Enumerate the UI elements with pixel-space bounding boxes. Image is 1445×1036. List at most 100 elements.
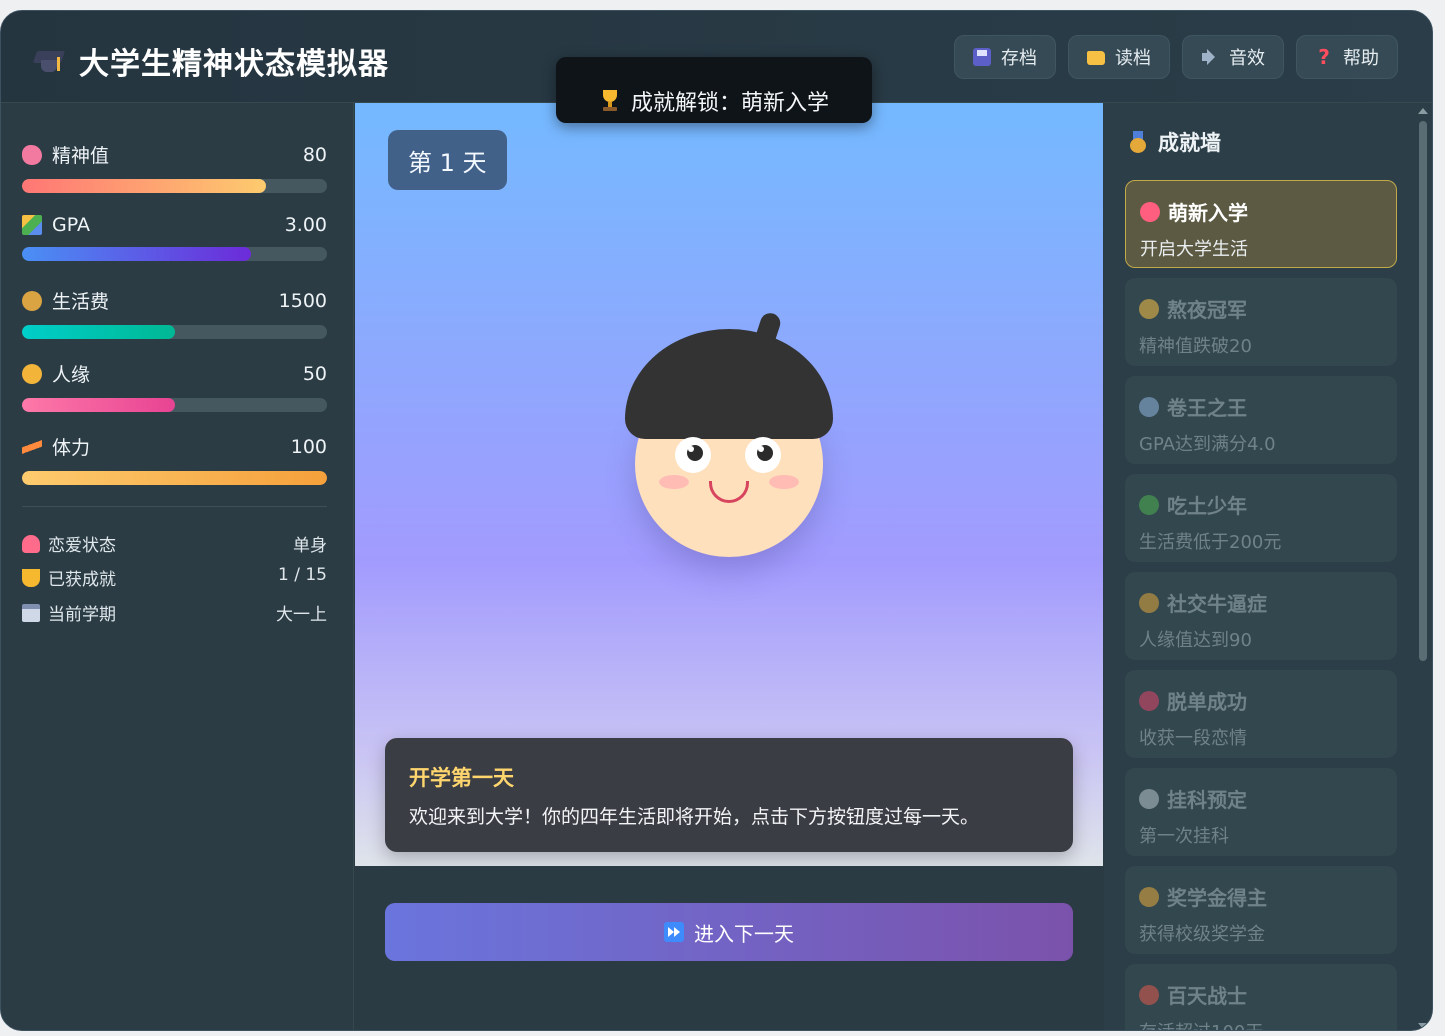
money-bag-icon [22,290,42,311]
achievement-name: 熬夜冠军 [1139,294,1383,323]
stat-bar [22,398,327,412]
achievement-wall[interactable]: 成就墙 萌新入学开启大学生活熬夜冠军精神值跌破20 卷王之王 GPA达到满分4.0 吃… [1104,103,1432,1030]
achievement-card: 奖学金得主 获得校级奖学金 [1125,866,1397,954]
achievement-name-text: 吃土少年 [1167,494,1247,518]
stat-label: 体力 [52,437,91,459]
stat-label: 生活费 [52,291,110,313]
stat-label: GPA [52,214,90,236]
achievement-name: 脱单成功 [1139,686,1383,715]
floppy-disk-icon [973,48,991,66]
achievement-desc: 生活费低于200元 [1139,532,1282,553]
divider [22,506,327,507]
day-counter: 第 1 天 [388,130,507,190]
achievement-card: 萌新入学开启大学生活 [1125,180,1397,268]
achievement-wall-label: 成就墙 [1158,131,1221,155]
event-title: 开学第一天 [409,766,514,790]
load-button-label: 读档 [1115,48,1151,69]
achievement-desc: 精神值跌破20 [1139,336,1252,357]
achievement-desc: 第一次挂科 [1139,826,1229,847]
achievement-desc: 开启大学生活 [1140,239,1248,260]
backpack-icon [1140,201,1160,222]
load-button[interactable]: 读档 [1068,35,1170,79]
info-love-status: 恋爱状态 单身 [22,531,327,556]
bow-icon [22,534,40,553]
info-label: 恋爱状态 [48,536,116,556]
info-achievements: 已获成就 1 / 15 [22,565,327,590]
stat-fill [22,179,266,193]
help-button[interactable]: ? 帮助 [1296,35,1398,79]
achievement-name: 吃土少年 [1139,490,1383,519]
chart-down-icon [1139,788,1159,809]
crown-icon [1139,592,1159,613]
info-semester: 当前学期 大一上 [22,600,327,625]
chart-icon [22,215,42,235]
save-button-label: 存档 [1001,48,1037,69]
info-label: 当前学期 [48,605,116,625]
stat-money: 生活费 1500 [22,287,327,339]
toolbar: 存档 读档 音效 ? 帮助 [954,35,1398,79]
alarm-clock-icon [1139,984,1159,1005]
stat-stamina: 体力 100 [22,433,327,485]
graduation-cap-icon [32,45,66,77]
achievement-card: 脱单成功收获一段恋情 [1125,670,1397,758]
stat-popularity: 人缘 50 [22,360,327,412]
game-window: 大学生精神状态模拟器 存档 读档 音效 ? 帮助 成就解锁：萌新入学 精神值 8… [0,10,1433,1031]
book-icon [1139,396,1159,417]
question-icon: ? [1318,45,1330,69]
achievement-desc: 存活超过100天 [1139,1018,1383,1030]
achievement-name-text: 奖学金得主 [1167,886,1267,910]
action-area: 进入下一天 [355,866,1103,1030]
stat-value: 1500 [278,289,327,312]
achievement-name-text: 挂科预定 [1167,788,1247,812]
achievement-scrollbar[interactable] [1419,121,1427,661]
stat-gpa: GPA 3.00 [22,214,327,261]
stat-bar [22,471,327,485]
stat-value: 80 [302,143,327,166]
stat-fill [22,325,175,339]
lightning-icon [22,436,42,457]
stat-fill [22,471,327,485]
achievement-card: 吃土少年生活费低于200元 [1125,474,1397,562]
trophy-icon [22,568,40,587]
achievement-desc: 人缘值达到90 [1139,630,1252,651]
stat-bar [22,247,327,261]
stat-value: 100 [290,435,327,458]
title-area: 大学生精神状态模拟器 [32,39,389,83]
next-day-button[interactable]: 进入下一天 [385,903,1073,961]
scroll-up-arrow[interactable] [1418,108,1428,114]
achievement-name: 萌新入学 [1140,197,1382,226]
avatar-hat [625,329,833,439]
scroll-down-arrow[interactable] [1418,1023,1428,1029]
help-button-label: 帮助 [1343,48,1379,69]
money-wings-icon [1139,494,1159,515]
stat-value: 50 [302,362,327,385]
achievement-name-text: 萌新入学 [1168,201,1248,225]
achievement-name-text: 卷王之王 [1167,396,1247,420]
brain-icon [22,144,42,165]
next-day-label: 进入下一天 [694,921,794,946]
stat-label: 人缘 [52,364,91,386]
achievement-wall-title: 成就墙 [1128,127,1221,157]
stats-panel: 精神值 80 GPA 3.00 生活费 1500 人缘 50 体力 100 恋爱… [1,103,354,1030]
achievement-name-text: 熬夜冠军 [1167,298,1247,322]
achievement-desc: 收获一段恋情 [1139,728,1247,749]
achievement-desc: GPA达到满分4.0 [1139,434,1276,455]
calendar-icon [22,603,40,622]
fast-forward-icon [664,922,684,942]
event-text: 欢迎来到大学！你的四年生活即将开始，点击下方按钮度过每一天。 [409,806,980,828]
student-avatar [623,310,837,557]
game-scene: 第 1 天 开学第一天 欢迎来到大学！你的四年生活即将开始，点击下方按钮度过每一… [355,103,1103,866]
left-blush [659,475,689,489]
stat-fill [22,247,251,261]
save-button[interactable]: 存档 [954,35,1056,79]
medal-icon [1128,131,1148,153]
sound-button[interactable]: 音效 [1182,35,1284,79]
right-eye [745,437,781,473]
info-label: 已获成就 [48,570,116,590]
folder-icon [1087,51,1105,65]
trophy-icon [599,90,621,112]
right-blush [769,475,799,489]
toast-text: 成就解锁：萌新入学 [630,91,829,116]
stat-fill [22,398,175,412]
achievement-name-text: 脱单成功 [1167,690,1247,714]
